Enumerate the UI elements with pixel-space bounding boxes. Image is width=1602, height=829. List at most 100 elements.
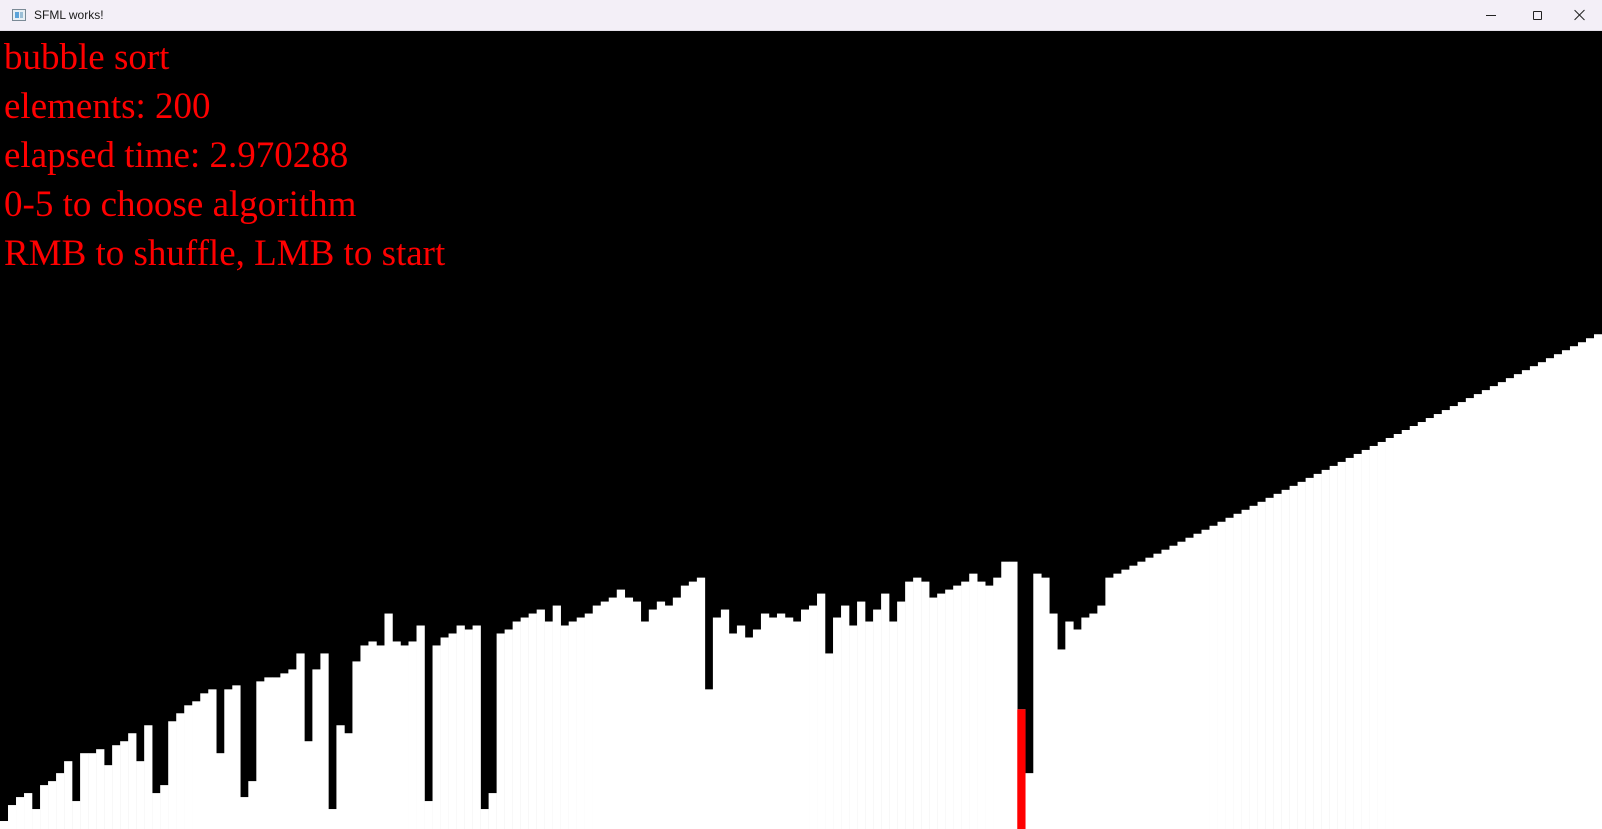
bar-188 (1505, 378, 1515, 829)
bar-68 (544, 621, 553, 829)
bar-57 (456, 625, 465, 829)
bar-139 (1113, 573, 1122, 829)
bar-191 (1529, 366, 1539, 829)
bar-117 (937, 593, 946, 829)
bar-3 (24, 793, 33, 829)
bar-66 (528, 613, 537, 829)
bar-148 (1185, 537, 1194, 829)
bar-90 (720, 609, 730, 829)
bar-185 (1481, 390, 1491, 829)
minimize-icon (1486, 14, 1496, 16)
title-bar[interactable]: SFML works! (0, 0, 1602, 31)
bar-173 (1385, 437, 1394, 829)
bar-79 (632, 601, 642, 829)
bar-101 (809, 605, 818, 829)
bar-69 (552, 605, 561, 829)
bar-80 (640, 621, 650, 829)
close-button[interactable] (1558, 0, 1602, 30)
bar-100 (801, 609, 810, 829)
minimize-button[interactable] (1468, 0, 1514, 30)
sort-canvas[interactable]: bubble sort elements: 200 elapsed time: … (0, 31, 1602, 829)
bar-94 (752, 629, 762, 829)
bar-1 (8, 805, 17, 829)
algorithm-hint: 0-5 to choose algorithm (4, 184, 357, 225)
bar-76 (608, 597, 618, 829)
maximize-button[interactable] (1514, 0, 1560, 30)
bar-4 (32, 809, 41, 829)
bar-92 (736, 625, 746, 829)
bar-116 (929, 597, 938, 829)
bar-136 (1089, 613, 1098, 829)
bar-46 (368, 641, 377, 829)
bar-176 (1409, 426, 1419, 829)
bar-25 (200, 693, 209, 829)
bar-83 (664, 605, 674, 829)
bar-159 (1273, 493, 1282, 829)
bar-41 (328, 809, 337, 829)
bar-95 (760, 613, 770, 829)
bar-128 (1025, 773, 1034, 829)
bar-14 (112, 745, 121, 829)
bar-21 (168, 721, 177, 829)
bar-151 (1209, 525, 1218, 829)
bar-138 (1105, 577, 1114, 829)
bar-169 (1353, 453, 1362, 829)
bar-170 (1361, 449, 1370, 829)
bar-63 (504, 629, 513, 829)
bar-13 (104, 765, 113, 829)
bar-190 (1521, 370, 1531, 829)
bar-20 (160, 785, 169, 829)
bar-73 (584, 613, 593, 829)
bar-165 (1321, 469, 1330, 829)
elapsed-time-label: elapsed time: 2.970288 (4, 135, 349, 176)
app-icon (12, 9, 26, 21)
element-count-label: elements: 200 (4, 86, 211, 127)
bar-88 (704, 689, 714, 829)
bar-26 (208, 689, 217, 829)
bar-189 (1513, 374, 1523, 829)
bar-184 (1473, 394, 1483, 829)
bar-182 (1457, 402, 1467, 829)
bar-122 (977, 581, 986, 829)
bar-70 (560, 625, 569, 829)
bar-123 (985, 585, 994, 829)
bar-115 (921, 581, 930, 829)
bar-52 (416, 625, 425, 829)
bar-59 (472, 625, 481, 829)
bar-199 (1593, 334, 1602, 829)
bar-28 (224, 689, 233, 829)
bar-96 (768, 617, 778, 829)
bar-181 (1449, 406, 1459, 829)
bar-132 (1057, 649, 1066, 829)
bar-145 (1161, 549, 1170, 829)
bar-35 (280, 673, 289, 829)
bar-38 (304, 741, 313, 829)
bar-22 (176, 713, 185, 829)
window-title: SFML works! (34, 8, 104, 22)
bar-187 (1497, 382, 1507, 829)
bar-168 (1345, 457, 1354, 829)
bar-36 (288, 669, 297, 829)
bar-74 (592, 605, 601, 829)
bar-112 (897, 601, 906, 829)
bar-8 (64, 761, 73, 829)
bar-198 (1585, 338, 1595, 829)
bar-153 (1225, 517, 1234, 829)
bar-58 (464, 629, 473, 829)
bar-156 (1249, 505, 1258, 829)
bar-130 (1041, 577, 1050, 829)
bar-31 (248, 781, 257, 829)
sfml-window: SFML works! bubble sort elements: 200 el… (0, 0, 1602, 829)
bar-129 (1033, 573, 1042, 829)
bar-171 (1369, 445, 1378, 829)
bar-166 (1329, 465, 1338, 829)
bar-177 (1417, 422, 1427, 829)
bar-106 (849, 625, 858, 829)
algorithm-label: bubble sort (4, 37, 170, 78)
bar-124 (993, 577, 1002, 829)
bar-78 (624, 597, 634, 829)
bar-118 (945, 589, 954, 829)
bar-172 (1377, 441, 1386, 829)
bar-77 (616, 589, 626, 829)
bar-34 (272, 677, 281, 829)
